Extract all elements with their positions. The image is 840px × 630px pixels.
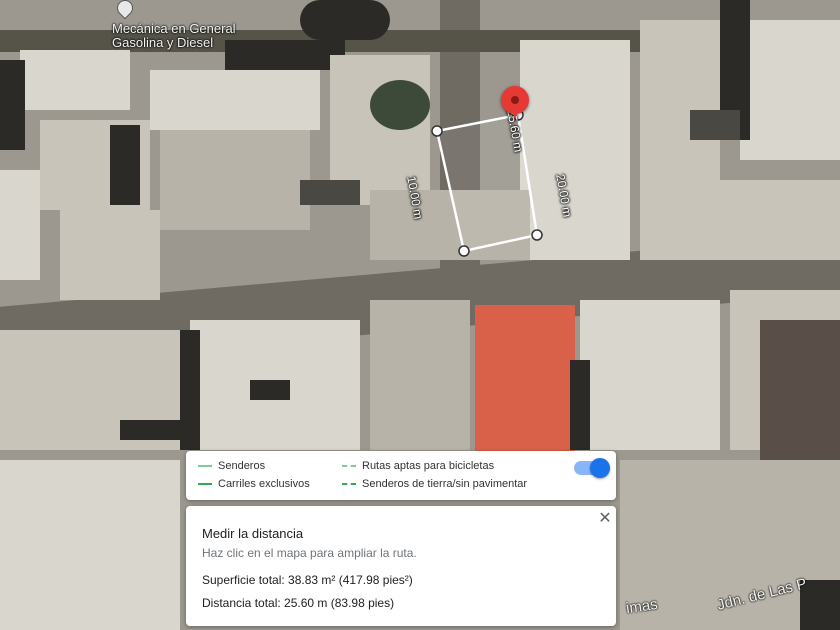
dashed-green-line-icon: [342, 483, 356, 485]
panel-title: Medir la distancia: [202, 526, 304, 541]
total-area: Superficie total: 38.83 m² (417.98 pies²…: [202, 573, 413, 587]
toggle-knob: [590, 458, 610, 478]
legend-label: Rutas aptas para bicicletas: [362, 460, 495, 472]
dashed-light-green-line-icon: [342, 465, 356, 467]
total-distance: Distancia total: 25.60 m (83.98 pies): [202, 596, 395, 610]
close-icon[interactable]: ✕: [596, 510, 614, 528]
legend-item-senderos: Senderos: [198, 460, 265, 472]
bike-layer-toggle[interactable]: [574, 458, 610, 478]
legend-label: Carriles exclusivos: [218, 478, 310, 490]
panel-hint: Haz clic en el mapa para ampliar la ruta…: [202, 546, 417, 560]
legend-item-carriles: Carriles exclusivos: [198, 478, 310, 490]
measure-distance-panel: Medir la distancia Haz clic en el mapa p…: [186, 506, 616, 626]
solid-green-line-icon: [198, 483, 212, 485]
measure-vertex: [458, 245, 470, 257]
location-pin-icon[interactable]: [501, 86, 529, 114]
legend-item-rutas: Rutas aptas para bicicletas: [342, 460, 494, 472]
legend-label: Senderos de tierra/sin pavimentar: [362, 478, 528, 490]
solid-light-green-line-icon: [198, 465, 212, 467]
legend-item-tierra: Senderos de tierra/sin pavimentar: [342, 478, 527, 490]
measure-vertex: [431, 125, 443, 137]
bike-layer-legend: Senderos Carriles exclusivos Rutas aptas…: [186, 451, 616, 500]
legend-label: Senderos: [218, 460, 266, 472]
measure-vertex: [531, 229, 543, 241]
